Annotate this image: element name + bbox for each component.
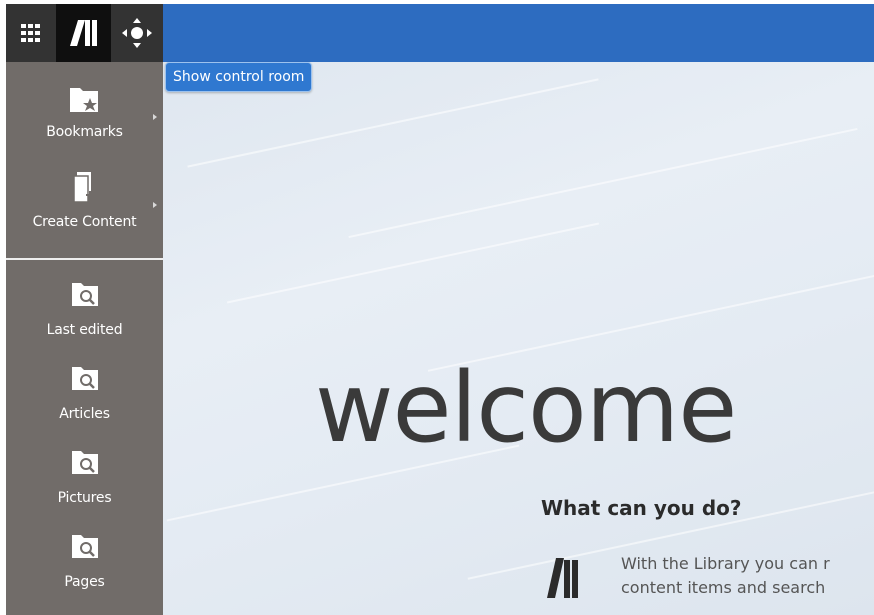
bookmark-folder-icon — [69, 88, 98, 112]
move-arrows-icon — [122, 18, 152, 48]
library-description: With the Library you can r content items… — [621, 552, 830, 600]
sidebar-item-label: Bookmarks — [46, 124, 123, 140]
sidebar-item-pictures[interactable]: Pictures — [6, 446, 163, 510]
sidebar-divider — [6, 258, 163, 260]
search-folder-icon — [71, 367, 98, 390]
sidebar-item-label: Create Content — [32, 214, 137, 230]
library-button[interactable] — [56, 4, 111, 62]
search-folder-icon — [71, 451, 98, 474]
sidebar-item-label: Articles — [59, 406, 110, 422]
sidebar-item-bookmarks[interactable]: Bookmarks — [6, 82, 163, 146]
sidebar-item-pages[interactable]: Pages — [6, 530, 163, 594]
sidebar-item-label: Last edited — [46, 322, 123, 338]
welcome-panel: welcome What can you do? With the Librar… — [163, 62, 874, 615]
apps-button[interactable] — [6, 4, 56, 62]
submenu-caret-icon — [153, 202, 157, 208]
library-logo-icon — [547, 558, 578, 598]
sidebar-item-articles[interactable]: Articles — [6, 362, 163, 426]
sidebar: Bookmarks Create Content Last edited Art… — [6, 4, 163, 615]
create-content-icon — [72, 172, 94, 203]
sidebar-item-label: Pictures — [57, 490, 112, 506]
desc-line-2: content items and search — [621, 578, 826, 597]
what-can-you-do-title: What can you do? — [541, 496, 742, 520]
sidebar-item-create-content[interactable]: Create Content — [6, 170, 163, 236]
sidebar-item-label: Pages — [64, 574, 105, 590]
control-room-button[interactable] — [111, 4, 163, 62]
submenu-caret-icon — [153, 114, 157, 120]
control-room-tooltip: Show control room — [165, 62, 313, 92]
header-bar — [163, 4, 874, 62]
search-folder-icon — [71, 535, 98, 558]
welcome-heading: welcome — [315, 352, 737, 464]
desc-line-1: With the Library you can r — [621, 554, 830, 573]
search-folder-icon — [71, 283, 98, 306]
sidebar-item-last-edited[interactable]: Last edited — [6, 278, 163, 342]
library-logo-icon — [69, 20, 97, 46]
apps-grid-icon — [21, 24, 40, 42]
